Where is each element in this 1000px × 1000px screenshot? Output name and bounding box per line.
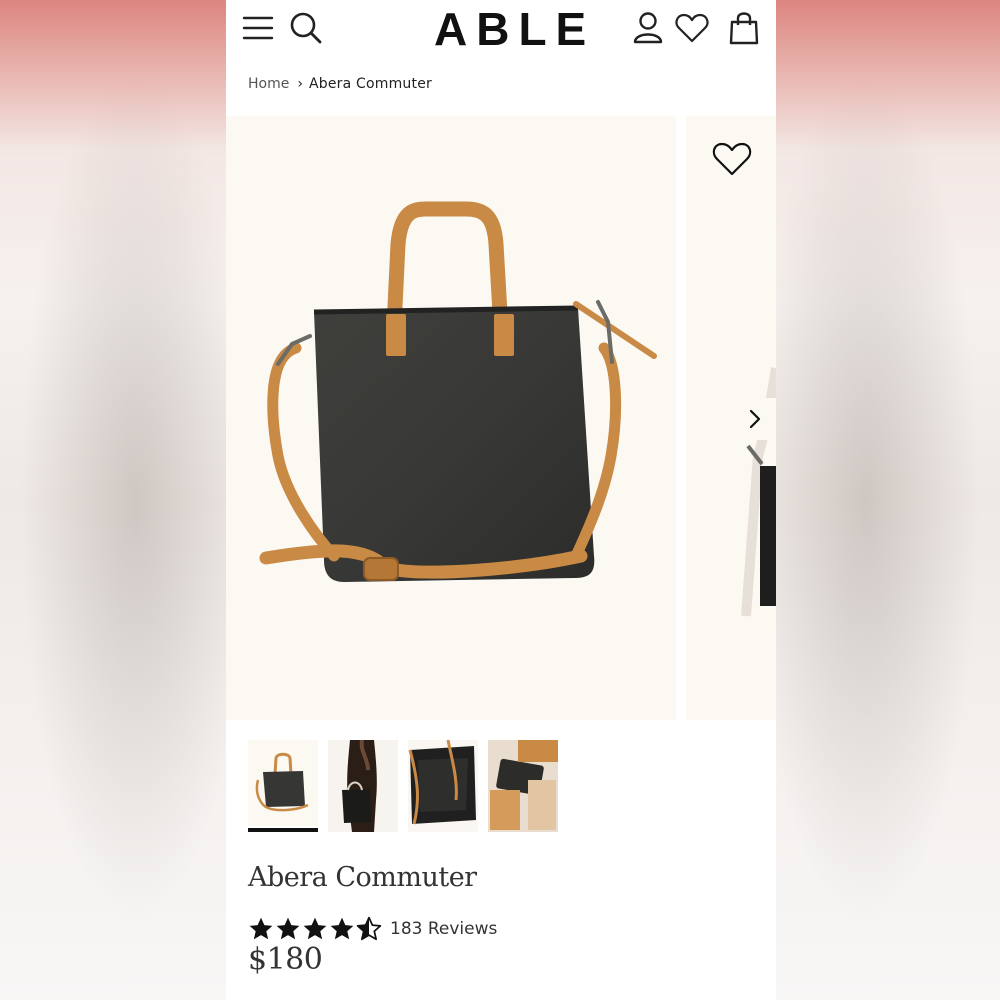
star-icon [303, 917, 327, 940]
heart-icon[interactable] [709, 136, 755, 182]
product-rating[interactable]: 183 Reviews [248, 914, 497, 944]
product-price: $180 [248, 942, 323, 977]
reviews-count[interactable]: 183 Reviews [390, 919, 497, 939]
search-icon[interactable] [288, 10, 324, 46]
thumbnail-bag-front[interactable] [248, 740, 318, 832]
star-icon [330, 917, 354, 940]
background-left [0, 0, 226, 1000]
thumbnail-bag-interior[interactable] [408, 740, 478, 832]
wishlist-icon[interactable] [674, 10, 710, 46]
product-title: Abera Commuter [248, 862, 477, 893]
product-page: ABLE Home › Abera Commuter Abera Commute… [226, 0, 776, 1000]
thumbnail-strip [248, 740, 558, 832]
site-header: ABLE [226, 0, 776, 60]
thumbnail-model-wearing[interactable] [328, 740, 398, 832]
rating-stars [248, 916, 382, 942]
star-icon [249, 917, 273, 940]
breadcrumb-separator: › [297, 76, 303, 92]
star-icon [276, 917, 300, 940]
product-gallery [226, 116, 776, 720]
thumbnail-leather-tag[interactable] [488, 740, 558, 832]
brand-logo[interactable]: ABLE [426, 4, 586, 54]
shopping-bag-icon[interactable] [726, 10, 762, 46]
product-image-main[interactable] [226, 116, 676, 720]
chevron-right-icon[interactable] [734, 398, 776, 440]
menu-icon[interactable] [240, 10, 276, 46]
breadcrumb-current: Abera Commuter [308, 76, 432, 92]
half-star-icon [356, 916, 382, 941]
background-right [776, 0, 1000, 1000]
breadcrumb: Home › Abera Commuter [248, 72, 432, 96]
account-icon[interactable] [630, 10, 666, 46]
breadcrumb-home-link[interactable]: Home [248, 76, 289, 92]
